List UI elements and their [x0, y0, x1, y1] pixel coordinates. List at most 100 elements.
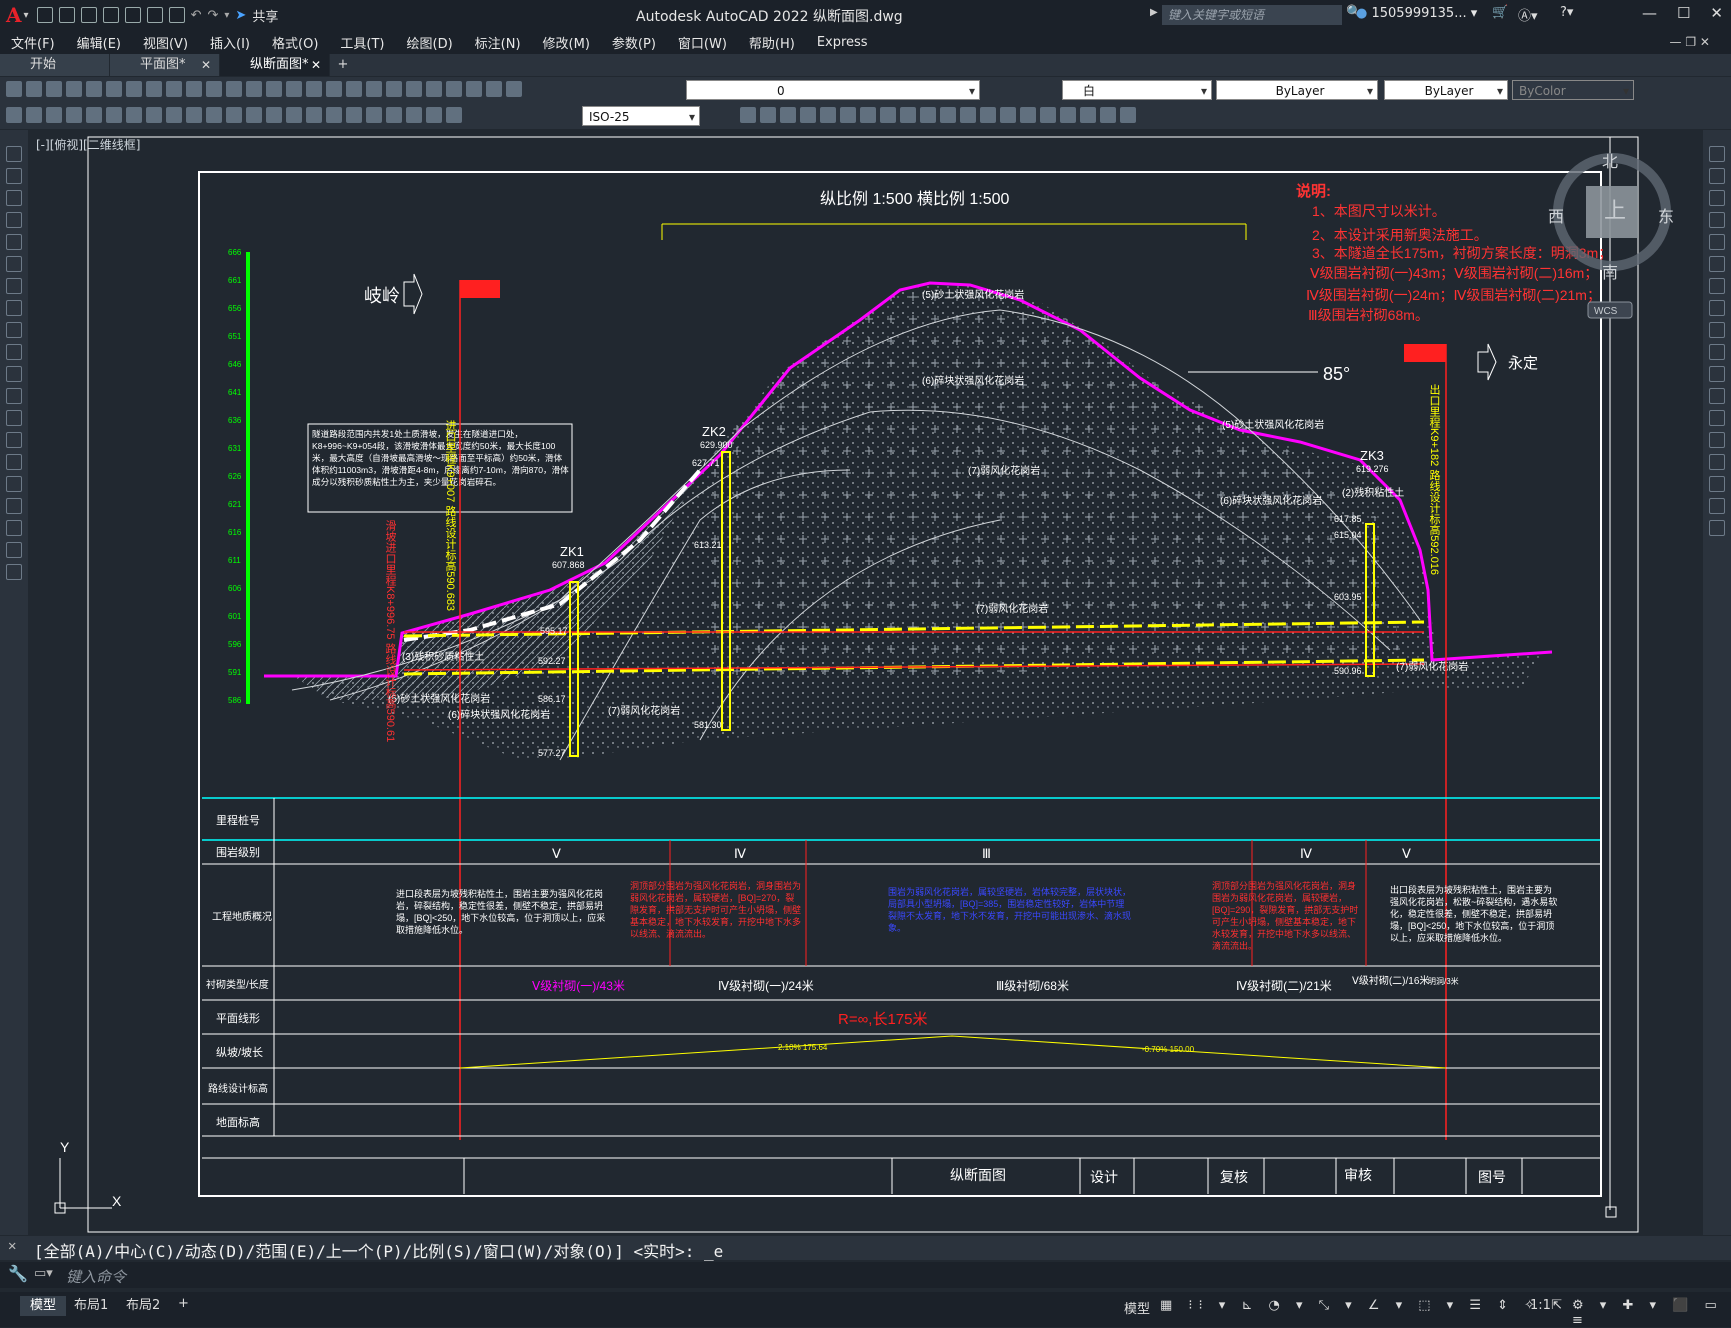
sheet-set-icon[interactable]: [426, 81, 442, 97]
rotate-icon[interactable]: [840, 107, 856, 123]
customize-cmd-icon[interactable]: 🔧: [8, 1264, 28, 1283]
chamfer-icon[interactable]: [1709, 454, 1725, 470]
command-input[interactable]: 键入命令: [66, 1266, 126, 1287]
array-icon[interactable]: [1709, 234, 1725, 250]
zoom-previous-icon[interactable]: [346, 81, 362, 97]
search-input[interactable]: 键入关键字或短语: [1162, 5, 1342, 25]
inspect-icon[interactable]: [366, 107, 382, 123]
menu-view[interactable]: 视图(V): [143, 33, 188, 52]
copy-icon[interactable]: [1709, 168, 1725, 184]
undo-icon[interactable]: [246, 81, 262, 97]
zoom-realtime-icon[interactable]: [306, 81, 322, 97]
construction-line-icon[interactable]: [6, 168, 22, 184]
match-layer-icon[interactable]: [6, 107, 22, 123]
tab-start[interactable]: 开始: [0, 54, 110, 76]
join-icon[interactable]: [960, 107, 976, 123]
erase-icon[interactable]: [1709, 146, 1725, 162]
dim-update-icon[interactable]: [446, 107, 462, 123]
menu-modify[interactable]: 修改(M): [543, 33, 590, 52]
lineweight-dropdown[interactable]: ByLayer: [1384, 80, 1508, 101]
rotate-icon[interactable]: [1709, 278, 1725, 294]
extend-icon[interactable]: [920, 107, 936, 123]
line-icon[interactable]: [6, 146, 22, 162]
dim-jogged-icon[interactable]: [166, 107, 182, 123]
save-as-icon[interactable]: [102, 7, 119, 23]
paste-icon[interactable]: [186, 81, 202, 97]
dim-space-icon[interactable]: [286, 107, 302, 123]
dim-break-icon[interactable]: [306, 107, 322, 123]
add-layout-icon[interactable]: +: [178, 1296, 189, 1311]
insert-icon[interactable]: [6, 388, 22, 404]
stretch-icon[interactable]: [880, 107, 896, 123]
customize-dropdown-icon[interactable]: ▾: [224, 10, 229, 21]
tab-profile[interactable]: 纵断面图* ✕: [220, 54, 330, 76]
copy-object-icon[interactable]: [740, 107, 756, 123]
add-selected-icon[interactable]: [6, 564, 22, 580]
open-web-icon[interactable]: [124, 7, 141, 23]
share-button[interactable]: 共享: [252, 6, 278, 25]
dim-continue-icon[interactable]: [266, 107, 282, 123]
share-icon[interactable]: ➤: [235, 8, 246, 23]
dim-text-edit-icon[interactable]: [426, 107, 442, 123]
dim-diameter-icon[interactable]: [186, 107, 202, 123]
menu-format[interactable]: 格式(O): [272, 33, 318, 52]
explode-icon[interactable]: [1040, 107, 1056, 123]
new-tab-icon[interactable]: +: [330, 54, 356, 76]
help-icon[interactable]: ?▾: [1560, 5, 1573, 20]
offset-icon[interactable]: [1709, 212, 1725, 228]
status-tools-icon[interactable]: ⚙ ▾ ✚ ▾ ⬛ ▭ ≡: [1572, 1298, 1731, 1328]
insert-block-icon[interactable]: [1060, 107, 1076, 123]
dimstyle-dropdown[interactable]: ISO-25: [582, 106, 700, 127]
plotstyle-dropdown[interactable]: ByColor: [1512, 80, 1634, 101]
markup-icon[interactable]: [446, 81, 462, 97]
circle-icon[interactable]: [6, 278, 22, 294]
region-icon[interactable]: [6, 498, 22, 514]
help-icon[interactable]: [486, 81, 502, 97]
fillet-icon[interactable]: [1709, 476, 1725, 492]
jogged-linear-icon[interactable]: [386, 107, 402, 123]
fillet-icon[interactable]: [1000, 107, 1016, 123]
ellipse-arc-icon[interactable]: [6, 366, 22, 382]
app-menu-dropdown-icon[interactable]: ▾: [24, 10, 29, 21]
redo-icon[interactable]: ↷: [207, 8, 218, 23]
tab-layout1[interactable]: 布局1: [64, 1296, 118, 1316]
close-icon[interactable]: ✕: [1710, 4, 1723, 22]
doc-window-controls[interactable]: — ❐ ✕: [1670, 35, 1710, 49]
move-icon[interactable]: [820, 107, 836, 123]
menu-draw[interactable]: 绘图(D): [407, 33, 453, 52]
scale-icon[interactable]: [860, 107, 876, 123]
revcloud-icon[interactable]: [6, 300, 22, 316]
stretch-icon[interactable]: [1709, 322, 1725, 338]
open-icon[interactable]: [26, 81, 42, 97]
break-icon[interactable]: [940, 107, 956, 123]
cart-icon[interactable]: 🛒: [1492, 5, 1508, 20]
new-icon[interactable]: [36, 7, 53, 23]
menu-insert[interactable]: 插入(I): [210, 33, 250, 52]
dim-aligned-icon[interactable]: [86, 107, 102, 123]
explode-icon[interactable]: [1709, 520, 1725, 536]
autocad-logo-icon[interactable]: A: [6, 3, 22, 27]
join-icon[interactable]: [1709, 432, 1725, 448]
menu-dimension[interactable]: 标注(N): [475, 33, 521, 52]
dim-radius-icon[interactable]: [146, 107, 162, 123]
menu-help[interactable]: 帮助(H): [749, 33, 795, 52]
spline-icon[interactable]: [6, 322, 22, 338]
center-mark-icon[interactable]: [346, 107, 362, 123]
minimize-icon[interactable]: —: [1642, 4, 1657, 22]
viewcube-south[interactable]: 南: [1602, 264, 1618, 282]
gradient-icon[interactable]: [6, 476, 22, 492]
maximize-icon[interactable]: ☐: [1677, 4, 1690, 22]
offset-icon[interactable]: [780, 107, 796, 123]
polyline-icon[interactable]: [6, 190, 22, 206]
point-icon[interactable]: [6, 432, 22, 448]
trim-icon[interactable]: [1709, 344, 1725, 360]
polygon-icon[interactable]: [6, 212, 22, 228]
dim-linear-icon[interactable]: [66, 107, 82, 123]
close-tab-icon[interactable]: ✕: [201, 54, 211, 76]
menu-express[interactable]: Express: [817, 35, 868, 50]
blend-icon[interactable]: [1020, 107, 1036, 123]
make-block-icon[interactable]: [1080, 107, 1096, 123]
menu-window[interactable]: 窗口(W): [678, 33, 727, 52]
close-cmd-icon[interactable]: ✕: [8, 1238, 16, 1254]
copy-icon[interactable]: [166, 81, 182, 97]
